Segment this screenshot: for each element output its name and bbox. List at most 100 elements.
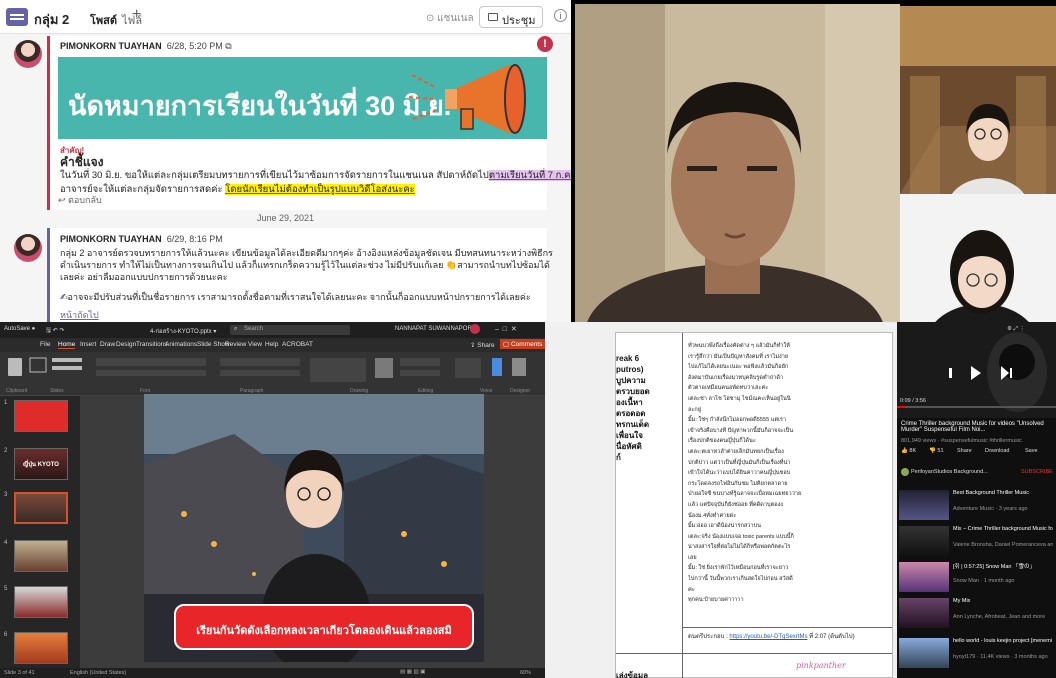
dislike-count: 51: [937, 448, 944, 454]
doc-script-line: น่าสงสารใจที่ต่อไม่ไม่ได้ก็หรือพ่อตกัตตะ…: [688, 544, 791, 551]
current-slide[interactable]: เรียนกันวัดดังเลือกหลงเวลาเกียวโตลองเดิน…: [144, 394, 484, 662]
menu-animations[interactable]: Animations: [165, 341, 197, 348]
slide-thumbnail[interactable]: ญี่ปุ่น KYOTO: [14, 448, 68, 480]
thumbnail-text: ญี่ปุ่น KYOTO: [23, 462, 59, 468]
tab-posts[interactable]: โพสต์: [90, 11, 118, 38]
share-label: Share: [477, 342, 495, 349]
channel-name[interactable]: PeriloyanStudios Background...: [911, 469, 988, 475]
menu-insert[interactable]: Insert: [80, 341, 96, 348]
powerpoint-window: AutoSave ● 🖫 ↶ ↷ 4-ก่อสร้าง-KYOTO.pptx ▾…: [0, 322, 545, 678]
reference-link[interactable]: https://youtu.be/-DTgSexrtMs: [729, 634, 807, 640]
announcement-banner: นัดหมายการเรียนในวันที่ 30 มิ.ย.: [58, 57, 547, 139]
menu-acrobat[interactable]: ACROBAT: [282, 341, 313, 348]
channel-avatar[interactable]: [901, 468, 909, 476]
meet-button[interactable]: ประชุม: [479, 6, 543, 28]
participant-video-main[interactable]: [575, 4, 900, 322]
search-box[interactable]: ⌕ Search: [230, 325, 350, 335]
window-controls[interactable]: – □ ✕: [495, 325, 517, 333]
post-meta: PIMONKORN TUAYHAN 6/28, 5:20 PM ⧉: [60, 41, 232, 52]
download-button[interactable]: Download: [985, 448, 1009, 454]
doc-script-line: เลย: [688, 554, 697, 561]
share-button[interactable]: ⇪ Share: [470, 341, 495, 349]
channel-button-label: แชนเนล: [437, 13, 474, 24]
post-card: PIMONKORN TUAYHAN 6/29, 8:16 PM กลุ่ม 2 …: [47, 228, 553, 322]
rec-meta: Ann Lynche, Afrobeat, Jean and more: [953, 614, 1046, 620]
menu-home[interactable]: Home: [58, 341, 76, 349]
zoom-level[interactable]: 60%: [520, 670, 531, 676]
menu-transitions[interactable]: Transitions: [136, 341, 168, 348]
doc-left-text: บูปความ: [616, 376, 646, 385]
doc-left-text: เพื่อนใจ: [616, 431, 643, 440]
menu-design[interactable]: Design: [116, 341, 136, 348]
rec-thumbnail[interactable]: [899, 562, 949, 592]
menu-view[interactable]: View: [248, 341, 262, 348]
subscribe-button[interactable]: SUBSCRIBE: [1021, 469, 1053, 475]
document-pane: reak 6 putros) บูปความ ตรวบยอด องเนื้หา …: [545, 322, 897, 678]
see-more-link[interactable]: หน้าถัดไป: [60, 308, 99, 322]
youtube-player[interactable]: 0:09 / 3:56 ⚙ ⤢ ⋮: [897, 322, 1056, 418]
avatar[interactable]: [14, 40, 42, 68]
rec-meta: Snow Man · 1 month ago: [953, 578, 1015, 584]
slide-thumbnail[interactable]: [14, 632, 68, 664]
doc-script-line: น้องม.4ทั่งทำค่ายด่ะ: [688, 512, 737, 519]
slide-title: เรียนกันวัดดังเลือกหลงเวลาเกียวโตลองเดิน…: [196, 625, 452, 637]
channel-button[interactable]: ⊙ แชนเนล: [426, 11, 474, 26]
user-name: NANNAPAT SUWANNAPORN: [395, 326, 477, 332]
reply-button[interactable]: ↩ ตอบกลับ: [58, 193, 102, 207]
save-icon[interactable]: 🖫 ↶ ↷: [46, 326, 65, 336]
slide-thumbnail[interactable]: [14, 540, 68, 572]
video-title: Crime Thriller background Music for vide…: [901, 421, 1044, 433]
share-video-button[interactable]: Share: [957, 448, 972, 454]
avatar[interactable]: [14, 234, 42, 262]
autosave-toggle[interactable]: AutoSave ●: [4, 326, 35, 332]
like-count: 8K: [909, 448, 917, 454]
rec-title[interactable]: Best Background Thriller Music: [953, 490, 1029, 496]
doc-script-line: ไปกว่านี้ วันนี้พวกเราเกีนสดใจไปก่อน สวั…: [688, 576, 793, 583]
rec-title[interactable]: [쥐 | 0:57:25] Snow Man 「雪の」: [953, 562, 1053, 570]
rec-title[interactable]: hello world - louis keejin project [mene…: [953, 638, 1053, 644]
rec-thumbnail[interactable]: [899, 526, 949, 556]
channel-info-icon: ⊙: [426, 13, 438, 24]
view-buttons[interactable]: ▤ ▦ ▥ ▣: [400, 669, 425, 675]
table-divider: [616, 653, 892, 654]
rec-meta: Adventure Music · 3 years ago: [953, 506, 1028, 512]
doc-left-text: นื่อหัศดิ: [616, 442, 642, 451]
user-avatar[interactable]: [470, 324, 480, 334]
add-tab-icon[interactable]: +: [132, 6, 141, 24]
screen: กลุ่ม 2 โพสต์ ไฟล์ + ⊙ แชนเนล ประชุม i P…: [0, 0, 1056, 678]
language-status[interactable]: English (United States): [70, 670, 126, 676]
channel-title: กลุ่ม 2: [34, 12, 70, 27]
menu-review[interactable]: Review: [225, 341, 246, 348]
doc-script-line: ละกยู่: [688, 406, 702, 413]
doc-script-line: ปกติปาว แต่ว่าเป็นที่ญี่ปุ่นมันก็เป็นเรื…: [688, 459, 791, 466]
rec-thumbnail[interactable]: [899, 490, 949, 520]
slide-thumbnail[interactable]: [14, 400, 68, 432]
doc-script-line: มิ้ม: ใช่ ยิ่งเราพักไว้เหมือนก่อนที่เราจ…: [688, 565, 789, 572]
menu-help[interactable]: Help: [265, 341, 278, 348]
handwritten-note: pinkpanther: [796, 661, 846, 670]
rec-title[interactable]: Mix – Crime Thriller background Music fo…: [953, 526, 1053, 532]
doc-script-line: อังคมาบันเกยเรื่องมาทบุคลิบรูดตําถ่าด้า: [688, 374, 784, 381]
rec-meta: hyoyt179 · 11.4K views · 3 months ago: [953, 654, 1048, 660]
info-icon[interactable]: i: [554, 9, 567, 22]
ribbon-controls[interactable]: Clipboard Slides Font Paragraph Drawing Edit…: [0, 352, 545, 396]
menu-draw[interactable]: Draw: [100, 341, 115, 348]
rec-title[interactable]: My Mix: [953, 598, 970, 604]
doc-section-label: เล่งข้อมูล: [616, 671, 648, 678]
post-card: PIMONKORN TUAYHAN 6/28, 5:20 PM ⧉ นัดหมา…: [47, 36, 571, 210]
player-top-icons[interactable]: ⚙ ⤢ ⋮: [1007, 326, 1025, 333]
rec-thumbnail[interactable]: [899, 598, 949, 628]
participant-video-top[interactable]: [900, 6, 1056, 194]
rec-thumbnail[interactable]: [899, 638, 949, 668]
save-video-button[interactable]: Save: [1025, 448, 1038, 454]
youtube-panel: 0:09 / 3:56 ⚙ ⤢ ⋮ Crime Thriller backgro…: [897, 322, 1056, 678]
dislike-button[interactable]: 👎 51: [929, 448, 944, 454]
comments-button[interactable]: ▢ Comments: [500, 339, 545, 349]
slide-thumbnail[interactable]: [14, 586, 68, 618]
svg-text:Designer: Designer: [510, 388, 530, 394]
like-button[interactable]: 👍 8K: [901, 448, 916, 454]
menu-file[interactable]: File: [40, 341, 50, 348]
participant-video-bottom[interactable]: [900, 194, 1056, 322]
doc-script-line: เข้าจริงคือบางที ปัญหาพวกนี้มันก็อาจจะเป…: [688, 427, 794, 434]
slide-thumbnail-selected[interactable]: [14, 492, 68, 524]
